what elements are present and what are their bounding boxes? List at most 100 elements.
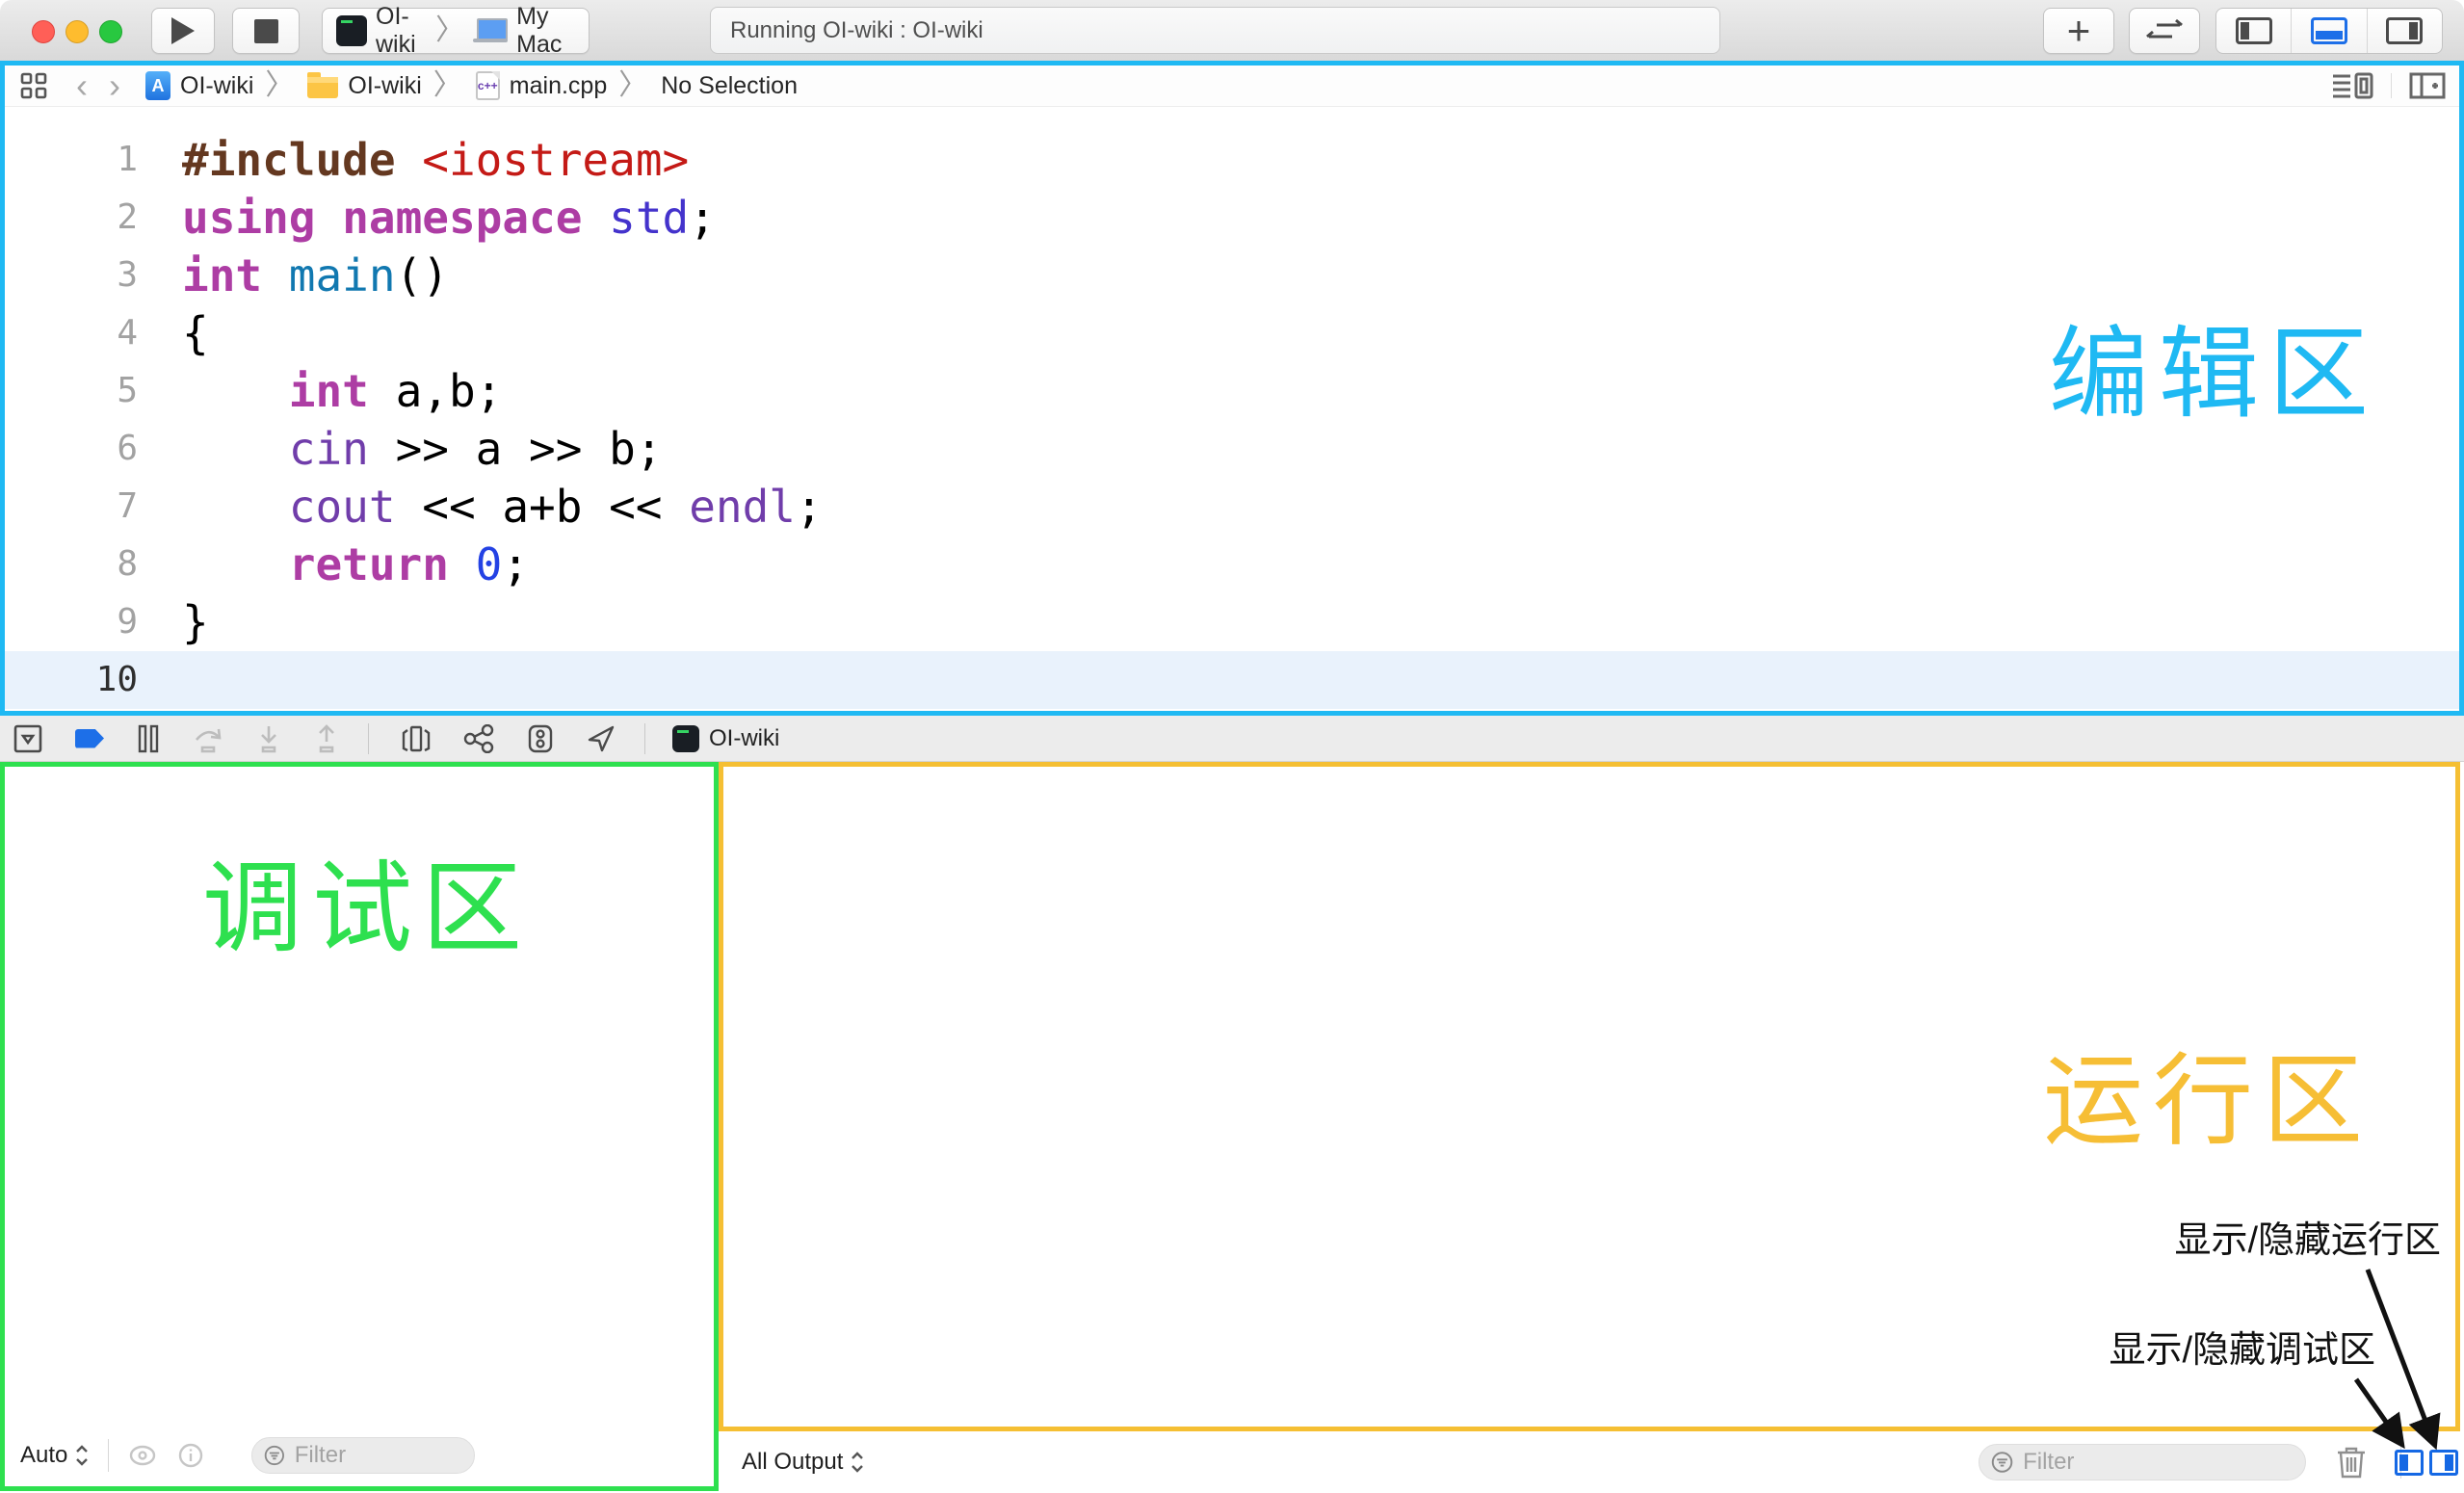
step-out-button[interactable] <box>314 724 339 753</box>
code-line[interactable]: 5 int a,b; <box>5 362 2459 420</box>
callout-show-hide-debug-area: 显示/隐藏调试区 <box>2109 1320 2375 1373</box>
close-window-button[interactable] <box>32 20 55 43</box>
breadcrumb-group[interactable]: OI-wiki <box>307 72 421 100</box>
simulate-location-button[interactable] <box>587 724 616 753</box>
breadcrumb-selection[interactable]: No Selection <box>661 72 798 100</box>
step-into-icon <box>256 724 281 753</box>
zoom-window-button[interactable] <box>99 20 122 43</box>
clear-console-trash-icon[interactable] <box>2335 1445 2368 1480</box>
info-icon[interactable] <box>178 1443 203 1468</box>
cpp-file-icon: c++ <box>476 71 500 100</box>
line-number[interactable]: 5 <box>5 362 149 420</box>
go-back-button[interactable]: ‹ <box>76 68 88 103</box>
scheme-selector[interactable]: OI-wiki 〉 My Mac <box>322 8 590 54</box>
code-line[interactable]: 1#include <iostream> <box>5 131 2459 189</box>
go-forward-button[interactable]: › <box>109 68 120 103</box>
activity-status: Running OI-wiki : OI-wiki <box>710 7 1720 54</box>
code-line[interactable]: 6 cin >> a >> b; <box>5 420 2459 478</box>
navigator-panel-icon <box>2236 17 2272 44</box>
step-into-button[interactable] <box>256 724 281 753</box>
laptop-icon <box>473 18 508 43</box>
breadcrumb-selection-label: No Selection <box>661 72 798 100</box>
variables-scope-selector[interactable]: Auto <box>20 1442 89 1469</box>
line-number[interactable]: 3 <box>5 247 149 304</box>
divider <box>644 723 645 754</box>
toggle-inspector-button[interactable] <box>2367 9 2442 53</box>
step-over-icon <box>193 724 223 753</box>
divider <box>2391 73 2392 98</box>
window-titlebar: OI-wiki 〉 My Mac Running OI-wiki : OI-wi… <box>0 0 2464 62</box>
code-text: int main() <box>182 247 449 304</box>
line-number[interactable]: 1 <box>5 131 149 189</box>
plus-icon: + <box>2067 8 2091 54</box>
console-filter-field[interactable] <box>1979 1444 2306 1480</box>
debug-filter-field[interactable] <box>251 1437 475 1474</box>
view-debugger-button[interactable] <box>402 724 431 753</box>
line-number[interactable]: 7 <box>5 478 149 536</box>
breadcrumb-file-label: main.cpp <box>510 72 607 100</box>
breadcrumb-separator: 〉 <box>433 71 462 100</box>
process-label: OI-wiki <box>709 725 779 752</box>
code-text: int a,b; <box>182 362 502 420</box>
project-file-icon: A <box>145 71 170 100</box>
toggle-navigator-button[interactable] <box>2216 9 2291 53</box>
activity-status-text: Running OI-wiki : OI-wiki <box>730 17 983 44</box>
process-app-icon <box>672 725 699 752</box>
process-selector[interactable]: OI-wiki <box>672 725 779 752</box>
code-line[interactable]: 9} <box>5 593 2459 651</box>
filter-icon <box>1991 1450 2013 1475</box>
console-output-selector[interactable]: All Output <box>742 1449 864 1476</box>
code-line[interactable]: 10 <box>5 651 2459 709</box>
environment-overrides-icon <box>527 724 554 753</box>
minimize-window-button[interactable] <box>66 20 89 43</box>
step-out-icon <box>314 724 339 753</box>
toggle-variables-view-button[interactable] <box>2395 1450 2424 1476</box>
stop-icon <box>254 19 278 43</box>
toggle-console-view-button[interactable] <box>2429 1450 2458 1476</box>
stop-button[interactable] <box>232 8 300 54</box>
add-editor-icon[interactable] <box>2409 71 2446 100</box>
line-number[interactable]: 4 <box>5 304 149 362</box>
breakpoints-toggle-button[interactable] <box>75 729 104 748</box>
line-number[interactable]: 8 <box>5 536 149 593</box>
code-line[interactable]: 8 return 0; <box>5 536 2459 593</box>
updown-chevrons-icon <box>75 1444 89 1467</box>
code-line[interactable]: 7 cout << a+b << endl; <box>5 478 2459 536</box>
code-text: return 0; <box>182 536 529 593</box>
line-number[interactable]: 2 <box>5 189 149 247</box>
divider <box>368 723 369 754</box>
line-number[interactable]: 9 <box>5 593 149 651</box>
code-line[interactable]: 2using namespace std; <box>5 189 2459 247</box>
memory-graph-button[interactable] <box>463 724 494 753</box>
line-number[interactable]: 10 <box>5 651 149 709</box>
breadcrumb-file[interactable]: c++ main.cpp <box>476 71 607 100</box>
debug-area-footer: Auto <box>5 1428 714 1482</box>
console-filter-input[interactable] <box>2021 1448 2294 1477</box>
breadcrumb-project[interactable]: A OI-wiki <box>145 71 253 100</box>
filter-icon <box>264 1443 285 1468</box>
traffic-lights <box>32 20 122 43</box>
updown-chevrons-icon <box>851 1451 864 1474</box>
related-items-icon[interactable] <box>20 72 47 99</box>
breakpoint-icon <box>75 729 104 748</box>
code-line[interactable]: 4{ <box>5 304 2459 362</box>
editor-options-icon[interactable] <box>2331 71 2373 100</box>
inspector-panel-icon <box>2386 17 2423 44</box>
environment-overrides-button[interactable] <box>527 724 554 753</box>
debug-area-panel-icon <box>2311 17 2347 44</box>
library-add-button[interactable]: + <box>2043 8 2114 54</box>
pause-execution-button[interactable] <box>137 724 160 753</box>
source-editor[interactable]: 1#include <iostream>2using namespace std… <box>5 107 2459 712</box>
folder-icon <box>307 77 338 98</box>
hide-debug-area-button[interactable] <box>13 724 42 753</box>
code-line[interactable]: 3 int main() <box>5 247 2459 304</box>
code-review-button[interactable] <box>2129 8 2200 54</box>
debug-filter-input[interactable] <box>293 1441 462 1470</box>
toggle-debug-area-button[interactable] <box>2291 9 2366 53</box>
line-number[interactable]: 6 <box>5 420 149 478</box>
run-button[interactable] <box>151 8 215 54</box>
debug-area-annotation: 调试区 <box>202 826 532 972</box>
view-debugger-icon <box>402 724 431 753</box>
step-over-button[interactable] <box>193 724 223 753</box>
quicklook-eye-icon[interactable] <box>128 1444 157 1467</box>
